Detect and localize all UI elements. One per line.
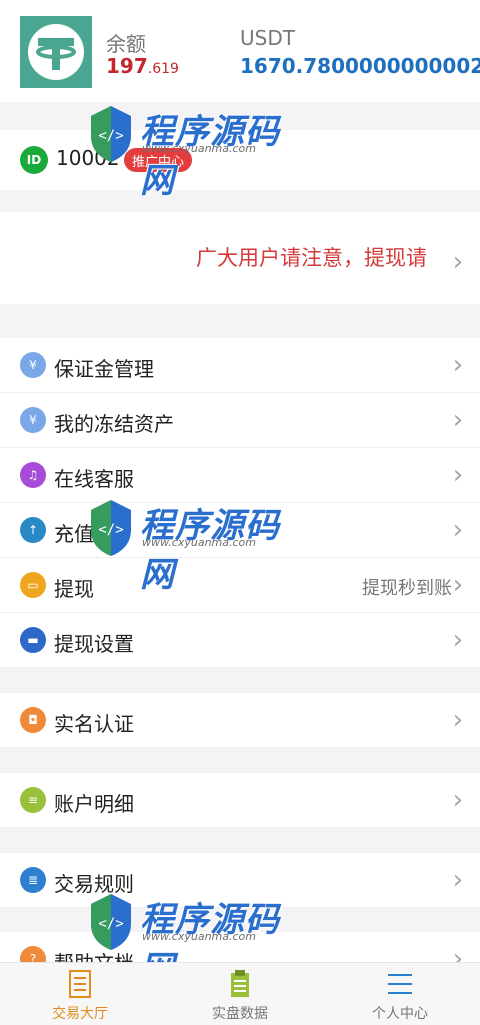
promo-center-button[interactable]: 推广中心: [124, 148, 193, 172]
tether-logo-icon: [20, 16, 92, 88]
tab-label: 个人中心: [372, 1006, 428, 1022]
card-icon: ▬: [20, 627, 46, 653]
list-icon: [69, 970, 91, 998]
menu-icon: [388, 974, 412, 994]
tab-live-data[interactable]: 实盘数据: [160, 963, 320, 1025]
id-icon: ID: [20, 146, 48, 174]
ledger-icon: ≡: [20, 787, 46, 813]
menu-item-label: 提现设置: [54, 632, 134, 656]
menu-item-label: 充值: [54, 522, 94, 546]
chevron-right-icon: ›: [452, 865, 464, 895]
menu-item-real-name-auth[interactable]: ◘ 实名认证 ›: [0, 693, 480, 748]
chevron-right-icon: ›: [452, 515, 464, 545]
balance-amount: 197.619: [106, 54, 179, 78]
usdt-label: USDT: [240, 26, 295, 50]
yen-icon: ¥: [20, 352, 46, 378]
chevron-right-icon: ›: [452, 460, 464, 490]
document-icon: ≣: [20, 867, 46, 893]
tab-trading-hall[interactable]: 交易大厅: [0, 963, 160, 1025]
menu-item-account-details[interactable]: ≡ 账户明细 ›: [0, 773, 480, 828]
menu-item-label: 实名认证: [54, 712, 134, 736]
menu-item-label: 账户明细: [54, 792, 134, 816]
menu-item-label: 提现: [54, 577, 94, 601]
menu-item-online-service[interactable]: ♫ 在线客服 ›: [0, 448, 480, 503]
recharge-icon: ↑: [20, 517, 46, 543]
menu-item-label: 我的冻结资产: [54, 412, 174, 436]
headset-icon: ♫: [20, 462, 46, 488]
user-id: 10002: [56, 146, 120, 170]
notice-text: 广大用户请注意，提现请: [196, 246, 427, 270]
svg-text:</>: </>: [98, 916, 123, 932]
menu-item-frozen-assets[interactable]: ¥ 我的冻结资产 ›: [0, 393, 480, 448]
balance-integer: 197: [106, 54, 148, 78]
menu-item-margin-management[interactable]: ¥ 保证金管理 ›: [0, 338, 480, 393]
wallet-icon: ▭: [20, 572, 46, 598]
menu-item-recharge[interactable]: ↑ 充值 ›: [0, 503, 480, 558]
chevron-right-icon: ›: [452, 247, 464, 277]
chevron-right-icon: ›: [452, 350, 464, 380]
menu-item-label: 保证金管理: [54, 357, 154, 381]
balance-label: 余额: [106, 32, 146, 56]
clipboard-icon: [231, 970, 249, 997]
menu-item-label: 交易规则: [54, 872, 134, 896]
chevron-right-icon: ›: [452, 405, 464, 435]
withdraw-promo-text: 提现秒到账: [362, 578, 452, 599]
menu-item-trading-rules[interactable]: ≣ 交易规则 ›: [0, 853, 480, 908]
chevron-right-icon: ›: [452, 570, 464, 600]
menu-item-withdraw-settings[interactable]: ▬ 提现设置 ›: [0, 613, 480, 668]
chevron-right-icon: ›: [452, 625, 464, 655]
usdt-amount-value: 1670.7800000000002: [240, 54, 480, 78]
tab-label: 交易大厅: [52, 1006, 108, 1022]
chevron-right-icon: ›: [452, 785, 464, 815]
menu-item-label: 在线客服: [54, 467, 134, 491]
bottom-tab-bar: 交易大厅 实盘数据 个人中心: [0, 962, 480, 1025]
chevron-right-icon: ›: [452, 705, 464, 735]
tab-label: 实盘数据: [212, 1006, 268, 1022]
usdt-amount: 1670.7800000000002个: [240, 50, 480, 79]
yen-icon: ¥: [20, 407, 46, 433]
id-card-icon: ◘: [20, 707, 46, 733]
account-header: 余额 197.619 USDT 1670.7800000000002个: [0, 0, 480, 102]
user-id-row: ID 10002 推广中心: [0, 130, 480, 190]
notice-banner[interactable]: 广大用户请注意，提现请 ›: [0, 212, 480, 304]
tab-personal-center[interactable]: 个人中心: [320, 963, 480, 1025]
menu-item-withdraw[interactable]: ▭ 提现 提现秒到账 ›: [0, 558, 480, 613]
balance-decimal: .619: [147, 61, 179, 77]
